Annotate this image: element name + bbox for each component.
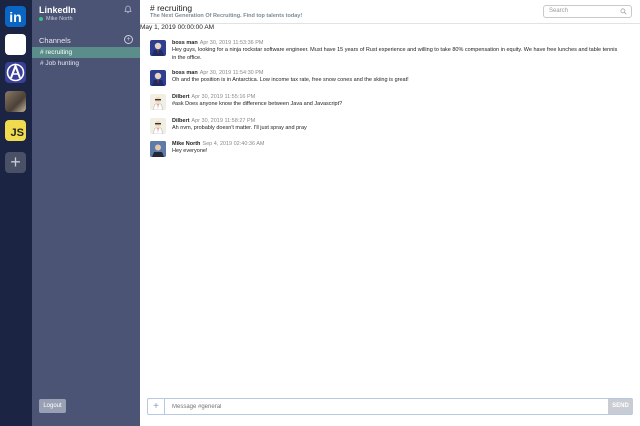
team-linkedin-icon[interactable]: in: [5, 6, 26, 27]
plus-icon: +: [10, 152, 21, 172]
linkedin-glyph: in: [9, 8, 22, 25]
channel-description: The Next Generation Of Recruiting. Find …: [150, 13, 303, 19]
send-button[interactable]: SEND: [608, 399, 633, 414]
channel-sidebar: LinkedIn Mike North Channels + # recruit…: [32, 0, 140, 426]
message-timestamp: Apr 30, 2019 11:58:27 PM: [191, 118, 256, 124]
team-photo-icon[interactable]: [5, 91, 26, 112]
message-author[interactable]: Dilbert: [172, 118, 189, 124]
search-placeholder: Search: [549, 8, 569, 14]
add-team-button[interactable]: +: [5, 152, 26, 173]
channel-item-job-hunting[interactable]: # Job hunting: [32, 58, 140, 69]
bell-icon[interactable]: [123, 4, 133, 14]
team-microsoft-icon[interactable]: [5, 34, 26, 55]
avatar: [150, 118, 166, 134]
message-body: boss man Apr 30, 2019 11:54:30 PM Oh and …: [172, 70, 622, 85]
message-body: boss man Apr 30, 2019 11:53:36 PM Hey guy…: [172, 40, 622, 62]
attach-button[interactable]: +: [148, 399, 165, 414]
message-text: Oh and the position is in Antarctica. Lo…: [172, 77, 409, 83]
org-name: LinkedIn: [39, 5, 77, 15]
date-divider: May 1, 2019 00:00:00 AM: [140, 24, 215, 31]
message-body: Dilbert Apr 30, 2019 11:55:16 PM #ask Doe…: [172, 94, 622, 109]
channel-item-recruiting[interactable]: # recruiting: [32, 47, 140, 58]
channel-header: # recruiting The Next Generation Of Recr…: [140, 0, 640, 24]
logout-button[interactable]: Logout: [39, 399, 66, 413]
team-javascript-icon[interactable]: JS: [5, 120, 26, 141]
avatar: [150, 94, 166, 110]
message-timestamp: Apr 30, 2019 11:55:16 PM: [191, 94, 256, 100]
message-input[interactable]: [166, 399, 606, 414]
avatar: [150, 70, 166, 86]
javascript-glyph: JS: [10, 127, 24, 139]
message-author[interactable]: Dilbert: [172, 94, 189, 100]
message-item: boss man Apr 30, 2019 11:54:30 PM Oh and …: [150, 70, 620, 88]
search-icon: [620, 8, 627, 15]
channels-heading: Channels: [39, 36, 71, 45]
search-input[interactable]: Search: [543, 5, 632, 18]
message-item: Mike North Sep 4, 2019 02:40:36 AM Hey ev…: [150, 141, 620, 159]
team-avengers-icon[interactable]: [5, 62, 26, 83]
message-text: Hey everyone!: [172, 148, 208, 154]
message-item: boss man Apr 30, 2019 11:53:36 PM Hey guy…: [150, 40, 620, 66]
message-timestamp: Apr 30, 2019 11:54:30 PM: [199, 70, 264, 76]
message-body: Dilbert Apr 30, 2019 11:58:27 PM Ah nvm, …: [172, 118, 622, 133]
message-text: Ah nvm, probably doesn't matter. I'll ju…: [172, 125, 307, 131]
user-name: Mike North: [46, 16, 73, 22]
message-item: Dilbert Apr 30, 2019 11:55:16 PM #ask Doe…: [150, 94, 620, 112]
message-text: #ask Does anyone know the difference bet…: [172, 101, 343, 107]
team-sidebar: in JS +: [0, 0, 32, 426]
channel-title: # recruiting: [150, 3, 193, 13]
online-status-icon: [39, 17, 43, 21]
message-composer: + SEND: [147, 398, 633, 415]
message-author[interactable]: Mike North: [172, 141, 200, 147]
message-text: Hey guys, looking for a ninja rockstar s…: [172, 47, 618, 61]
current-user: Mike North: [39, 16, 73, 22]
message-item: Dilbert Apr 30, 2019 11:58:27 PM Ah nvm, …: [150, 118, 620, 136]
add-channel-icon[interactable]: +: [124, 35, 133, 44]
message-body: Mike North Sep 4, 2019 02:40:36 AM Hey ev…: [172, 141, 622, 156]
message-author[interactable]: boss man: [172, 70, 198, 76]
message-timestamp: Sep 4, 2019 02:40:36 AM: [202, 141, 265, 147]
avatar: [150, 40, 166, 56]
message-author[interactable]: boss man: [172, 40, 198, 46]
avatar: [150, 141, 166, 157]
message-timestamp: Apr 30, 2019 11:53:36 PM: [199, 40, 264, 46]
